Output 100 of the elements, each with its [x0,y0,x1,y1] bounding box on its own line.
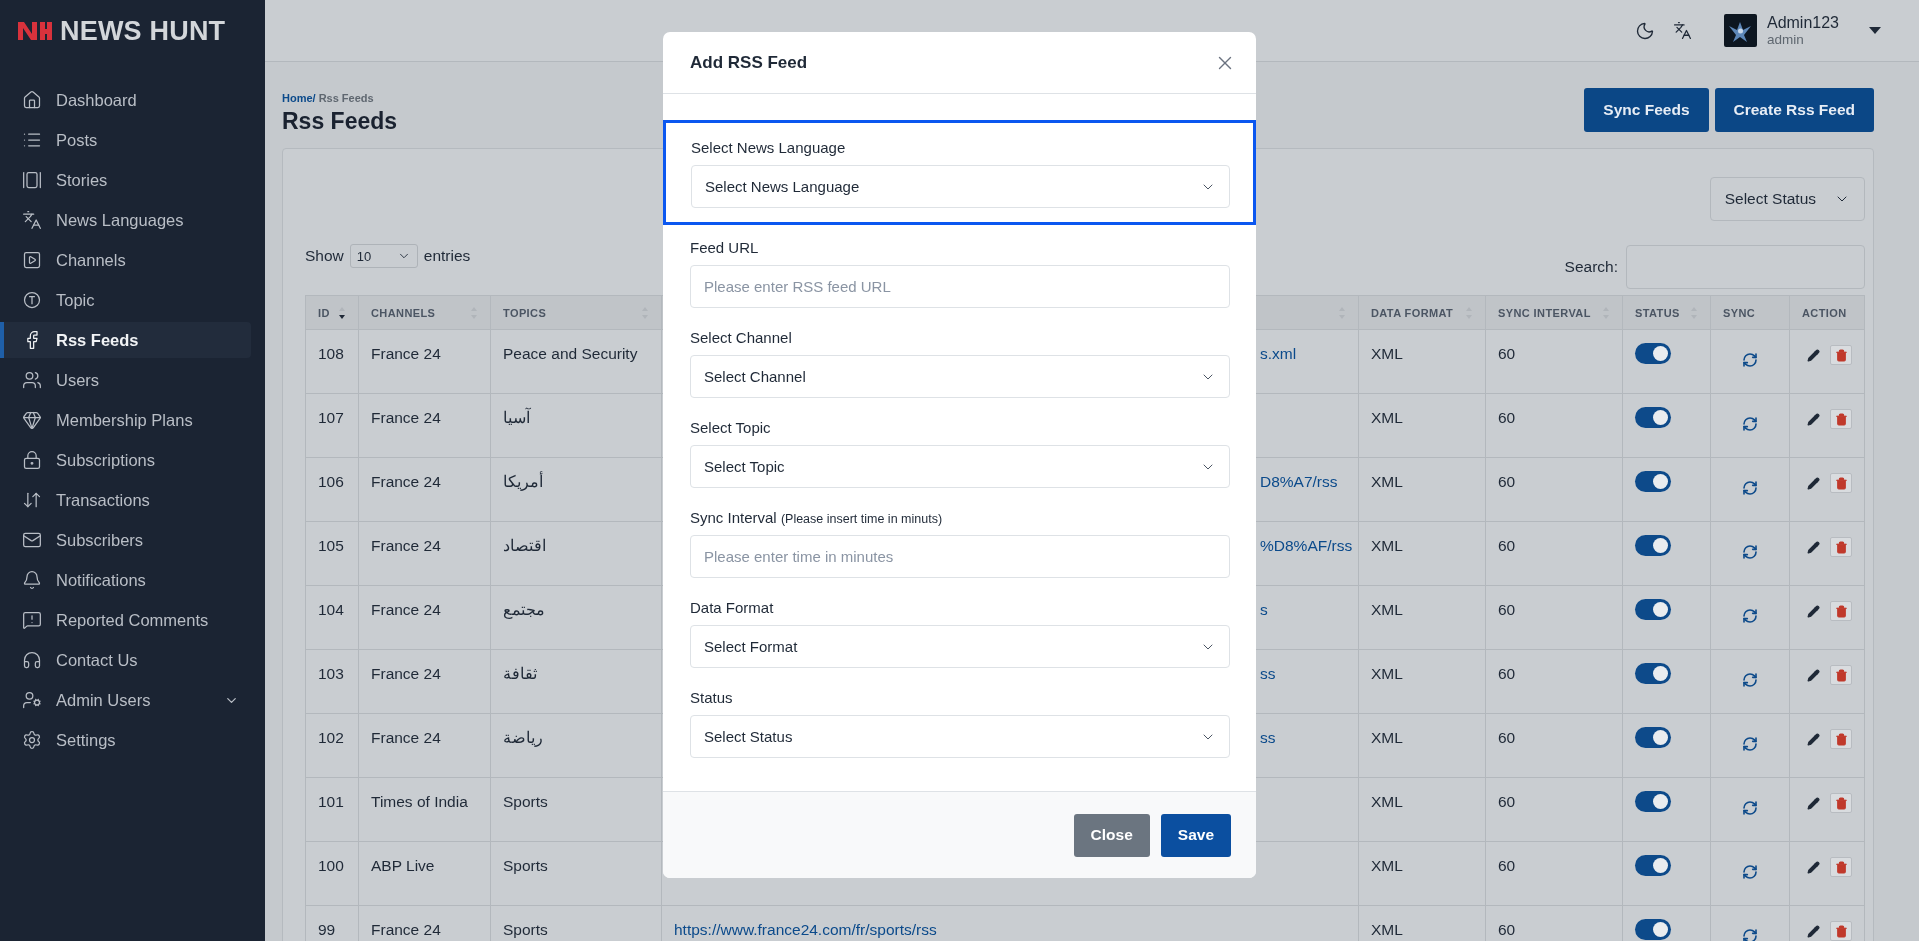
show-label: Show [305,247,344,265]
sidebar-item[interactable]: Stories [0,162,251,198]
sidebar-item[interactable]: Users [0,362,251,398]
status-toggle[interactable] [1635,535,1671,556]
sync-icon[interactable] [1742,864,1758,880]
logo-icon [18,20,52,42]
sidebar-item[interactable]: Contact Us [0,642,251,678]
field-label: Select News Language [691,139,847,156]
field-label: Select Topic [690,419,772,436]
status-toggle[interactable] [1635,471,1671,492]
sidebar-item[interactable]: Notifications [0,562,251,598]
delete-button[interactable] [1830,345,1852,365]
sync-icon[interactable] [1742,608,1758,624]
sidebar-item[interactable]: Rss Feeds [0,322,251,358]
table-cell: France 24 [371,921,441,938]
sidebar-item[interactable]: Channels [0,242,251,278]
sidebar-item[interactable]: Subscribers [0,522,251,558]
trash-icon [1834,348,1848,362]
sidebar-item[interactable]: Subscriptions [0,442,251,478]
status-dropdown[interactable]: Select Status [1709,177,1865,221]
status-toggle[interactable] [1635,855,1671,876]
table-cell: 101 [318,793,344,810]
sync-icon[interactable] [1742,480,1758,496]
sync-icon[interactable] [1742,928,1758,941]
sync-icon[interactable] [1742,800,1758,816]
status-toggle[interactable] [1635,727,1671,748]
column-header: TOPICS [503,306,547,319]
status-toggle[interactable] [1635,791,1671,812]
sidebar-item[interactable]: Dashboard [0,82,251,118]
sidebar-item[interactable]: Membership Plans [0,402,251,438]
sort-arrows-icon [22,490,42,510]
select-field[interactable]: Select Status [690,715,1230,758]
entries-select[interactable]: 10 [349,244,418,268]
table-cell: اقتصاد [503,537,546,554]
table-cell: 60 [1498,473,1516,490]
delete-button[interactable] [1830,601,1852,621]
sync-icon[interactable] [1742,416,1758,432]
sidebar-item[interactable]: Admin Users [0,682,251,718]
input-field[interactable]: Please enter RSS feed URL [690,265,1230,308]
feed-url-link[interactable]: https://www.france24.com/fr/sports/rss [674,921,937,939]
status-toggle[interactable] [1635,663,1671,684]
column-header: ID [318,306,330,319]
table-cell: XML [1371,729,1403,746]
house-icon [22,90,42,110]
table-cell: 60 [1498,729,1516,746]
delete-button[interactable] [1830,793,1852,813]
table-cell: Sports [503,921,548,938]
field-label: Sync Interval (Please insert time in minuts) [690,509,944,526]
trash-icon [1834,540,1848,554]
delete-button[interactable] [1830,537,1852,557]
translate-icon[interactable] [1672,21,1692,40]
field-label: Feed URL [690,239,760,256]
status-toggle[interactable] [1635,407,1671,428]
sync-icon[interactable] [1742,544,1758,560]
select-field[interactable]: Select Format [690,625,1230,668]
delete-button[interactable] [1830,857,1852,877]
field-label: Status [690,689,734,706]
delete-button[interactable] [1830,729,1852,749]
input-field[interactable]: Please enter time in minutes [690,535,1230,578]
select-field[interactable]: Select News Language [691,165,1230,208]
create-button[interactable]: Create Rss Feed [1714,88,1874,132]
table-cell: 60 [1498,665,1516,682]
delete-button[interactable] [1830,473,1852,493]
sidebar-item[interactable]: News Languages [0,202,251,238]
delete-button[interactable] [1830,665,1852,685]
trash-icon [1834,860,1848,874]
sidebar-item[interactable]: Reported Comments [0,602,251,638]
status-toggle[interactable] [1635,919,1671,940]
save-button[interactable]: Save [1160,813,1231,857]
entries-label: entries [423,247,471,265]
sync-icon[interactable] [1742,672,1758,688]
sync-icon[interactable] [1742,736,1758,752]
select-field[interactable]: Select Channel [690,355,1230,398]
breadcrumb-link[interactable]: Home/ [282,92,316,104]
status-toggle[interactable] [1635,599,1671,620]
sidebar-item[interactable]: Posts [0,122,251,158]
delete-button[interactable] [1830,409,1852,429]
sort-icon[interactable] [338,305,346,320]
caret-icon[interactable] [1869,26,1881,35]
headphones-icon [22,650,42,670]
sidebar-item[interactable]: Settings [0,722,251,758]
table-cell: 60 [1498,921,1516,938]
dialog-title: Add RSS Feed [690,52,808,73]
status-toggle[interactable] [1635,343,1671,364]
user-name: Admin123 [1766,13,1839,32]
sidebar-item[interactable]: Topic [0,282,251,318]
delete-button[interactable] [1830,921,1852,941]
play-icon [22,250,42,270]
settings-icon [22,730,42,750]
close-button[interactable]: Close [1073,813,1150,857]
table-cell: 60 [1498,345,1516,362]
lock-icon [22,450,42,470]
select-field[interactable]: Select Topic [690,445,1230,488]
sidebar-item[interactable]: Transactions [0,482,251,518]
sync-icon[interactable] [1742,352,1758,368]
sync-feeds-button[interactable]: Sync Feeds [1584,88,1709,132]
table-cell: 60 [1498,537,1516,554]
dark-mode-icon[interactable] [1634,20,1655,41]
pencil-icon [1806,924,1820,938]
table-cell: 100 [318,857,344,874]
